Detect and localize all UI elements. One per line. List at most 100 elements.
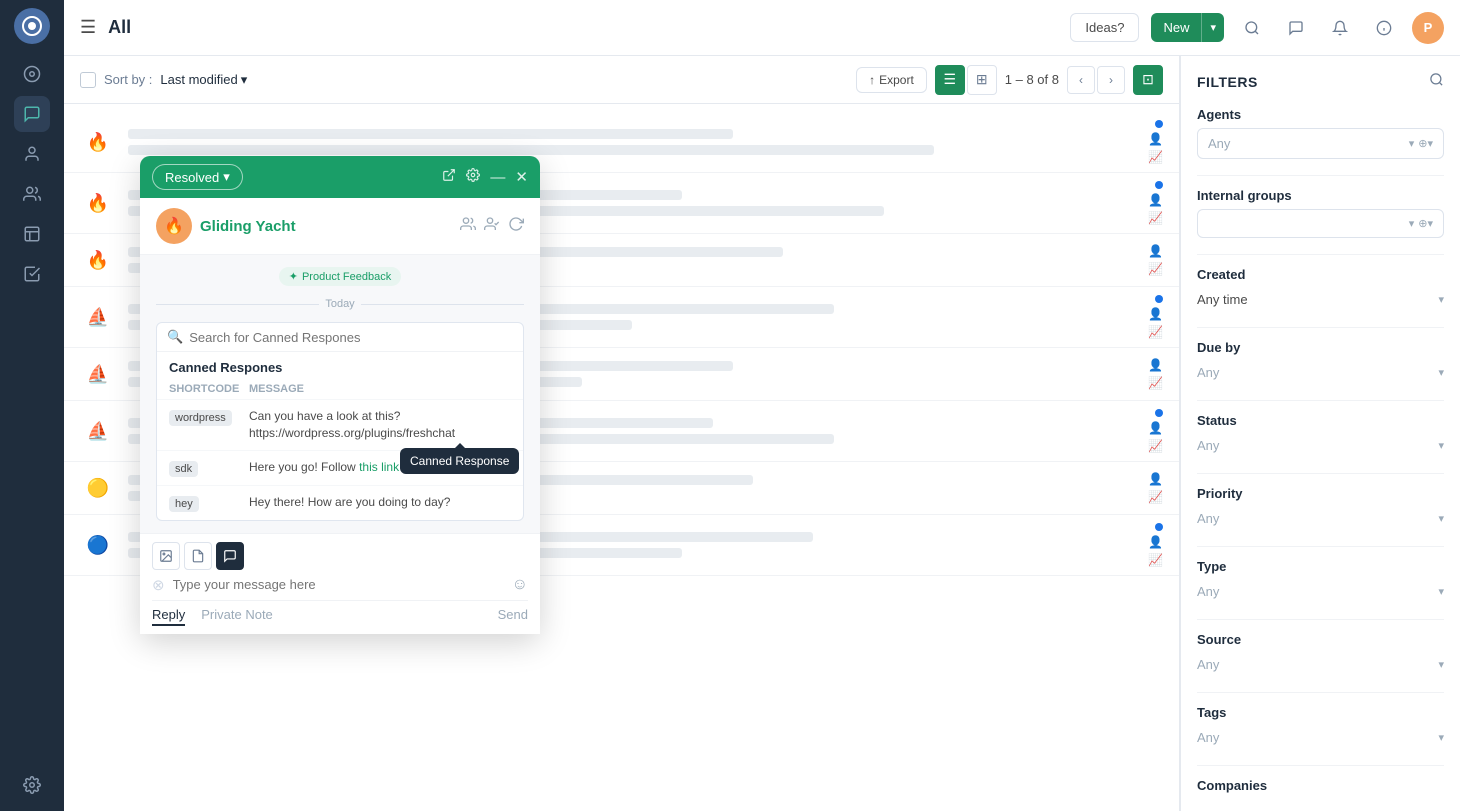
sidebar-logo[interactable] (14, 8, 50, 44)
external-link-icon[interactable] (442, 168, 456, 186)
canned-response-container: 🔍 Canned Respones SHORTCODE MESSAGE (156, 322, 524, 521)
status-value-row[interactable]: Any ▾ (1197, 434, 1444, 457)
private-note-tab[interactable]: Private Note (201, 607, 273, 626)
sidebar-item-contacts[interactable] (14, 136, 50, 172)
chat-label-row: ✦ Product Feedback (156, 267, 524, 286)
transfer-icon[interactable] (484, 216, 500, 236)
chat-user-name: Gliding Yacht (200, 218, 452, 235)
next-page-button[interactable]: › (1097, 66, 1125, 94)
image-icon-button[interactable] (152, 542, 180, 570)
chat-sub-icons (460, 216, 524, 236)
minimize-icon[interactable]: — (490, 169, 505, 186)
sidebar-item-teams[interactable] (14, 176, 50, 212)
due-by-value: Any (1197, 365, 1219, 380)
close-icon[interactable]: ✕ (515, 168, 528, 186)
new-dropdown-button[interactable]: ▾ (1201, 13, 1224, 42)
priority-value-row[interactable]: Any ▾ (1197, 507, 1444, 530)
canned-response-icon-button[interactable] (216, 542, 244, 570)
bell-icon-button[interactable] (1324, 12, 1356, 44)
chat-toolbar (152, 542, 528, 570)
list-item[interactable]: wordpress Can you have a look at this? h… (157, 399, 523, 450)
source-value-row[interactable]: Any ▾ (1197, 653, 1444, 676)
agents-dropdown[interactable]: Any ▾ ⊕▾ (1197, 128, 1444, 159)
today-divider: Today (156, 298, 524, 310)
created-chevron-icon: ▾ (1438, 293, 1444, 306)
sidebar-item-settings[interactable] (14, 767, 50, 803)
groups-chevron-icon: ▾ (1409, 217, 1415, 230)
source-filter: Source Any ▾ (1197, 632, 1444, 676)
page-navigation: ‹ › (1067, 66, 1125, 94)
sidebar-item-inbox[interactable] (14, 256, 50, 292)
emoji-icon[interactable]: ☺ (512, 576, 528, 594)
menu-icon[interactable]: ☰ (80, 17, 96, 38)
content-area: Sort by : Last modified ▾ ↑ Export ☰ ⊞ 1… (64, 56, 1460, 811)
grid-view-button[interactable]: ⊞ (967, 65, 997, 95)
internal-groups-filter: Internal groups ▾ ⊕▾ (1197, 188, 1444, 238)
divider (1197, 619, 1444, 620)
chat-input-row: ⊗ ☺ (152, 576, 528, 594)
sidebar-item-home[interactable] (14, 56, 50, 92)
refresh-icon[interactable] (508, 216, 524, 236)
chat-tabs: Reply Private Note Send (152, 600, 528, 626)
new-button[interactable]: New (1151, 13, 1201, 42)
list-item[interactable]: hey Hey there! How are you doing to day? (157, 485, 523, 520)
created-value-row[interactable]: Any time ▾ (1197, 288, 1444, 311)
due-by-value-row[interactable]: Any ▾ (1197, 361, 1444, 384)
ideas-button[interactable]: Ideas? (1070, 13, 1139, 42)
tags-value-row[interactable]: Any ▾ (1197, 726, 1444, 749)
filters-title: FILTERS (1197, 74, 1258, 90)
help-icon-button[interactable] (1368, 12, 1400, 44)
search-icon-button[interactable] (1236, 12, 1268, 44)
groups-extra-icon: ⊕▾ (1418, 217, 1433, 230)
activity-icon: 📈 (1148, 490, 1163, 504)
assign-icon[interactable] (460, 216, 476, 236)
agents-filter-label: Agents (1197, 107, 1444, 122)
person-icon: 👤 (1148, 193, 1163, 207)
tags-chevron-icon: ▾ (1438, 731, 1444, 744)
internal-groups-dropdown[interactable]: ▾ ⊕▾ (1197, 209, 1444, 238)
select-all-checkbox[interactable] (80, 72, 96, 88)
canned-search-input[interactable] (189, 330, 513, 345)
list-view-button[interactable]: ☰ (935, 65, 965, 95)
chat-message-input[interactable] (173, 577, 504, 592)
avatar: 🔥 (80, 185, 116, 221)
conv-meta: 👤 📈 (1148, 120, 1163, 164)
chat-icon-button[interactable] (1280, 12, 1312, 44)
type-value-row[interactable]: Any ▾ (1197, 580, 1444, 603)
sidebar-item-reports[interactable] (14, 216, 50, 252)
prev-page-button[interactable]: ‹ (1067, 66, 1095, 94)
page-title: All (108, 17, 1058, 38)
resolved-chevron-icon: ▾ (223, 169, 230, 185)
sort-label: Sort by : (104, 72, 152, 87)
conv-meta: 👤 📈 (1148, 523, 1163, 567)
reply-tab[interactable]: Reply (152, 607, 185, 626)
send-button[interactable]: Send (498, 607, 528, 626)
user-avatar[interactable]: P (1412, 12, 1444, 44)
resolved-badge[interactable]: Resolved ▾ (152, 164, 243, 190)
type-value: Any (1197, 584, 1219, 599)
file-icon-button[interactable] (184, 542, 212, 570)
canned-shortcode: hey (169, 494, 241, 512)
new-button-group: New ▾ (1151, 13, 1224, 42)
settings-icon[interactable] (466, 168, 480, 186)
canned-response-tooltip: Canned Response (400, 448, 519, 474)
chat-subheader: 🔥 Gliding Yacht (140, 198, 540, 255)
filters-search-icon[interactable] (1429, 72, 1444, 91)
page-info: 1 – 8 of 8 (1005, 72, 1059, 87)
avatar: 🟡 (80, 470, 116, 506)
source-chevron-icon: ▾ (1438, 658, 1444, 671)
internal-groups-label: Internal groups (1197, 188, 1444, 203)
export-button[interactable]: ↑ Export (856, 67, 927, 93)
list-alt-view-button[interactable]: ⊡ (1133, 65, 1163, 95)
conv-meta: 👤 📈 (1148, 358, 1163, 390)
type-filter: Type Any ▾ (1197, 559, 1444, 603)
sort-value[interactable]: Last modified ▾ (160, 72, 247, 88)
conv-meta: 👤 📈 (1148, 295, 1163, 339)
export-icon: ↑ (869, 73, 875, 87)
type-chevron-icon: ▾ (1438, 585, 1444, 598)
clear-input-icon[interactable]: ⊗ (152, 576, 165, 594)
activity-icon: 📈 (1148, 150, 1163, 164)
sidebar-item-conversations[interactable] (14, 96, 50, 132)
avatar: ⛵ (80, 299, 116, 335)
unread-dot (1155, 295, 1163, 303)
